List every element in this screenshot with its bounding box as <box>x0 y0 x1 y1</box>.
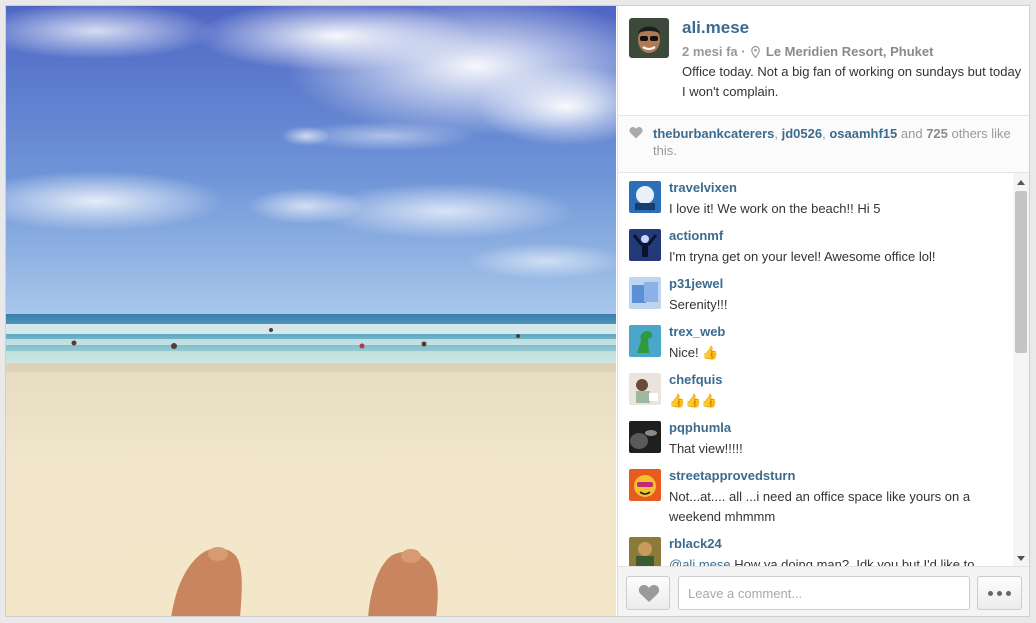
likes-and: and <box>897 126 927 141</box>
likes-summary: theburbankcaterers, jd0526, osaamhf15 an… <box>618 116 1029 173</box>
avatar-image <box>629 373 661 405</box>
comment-text: Nice! 👍 <box>669 345 719 360</box>
comment-username[interactable]: p31jewel <box>669 276 723 291</box>
avatar-image <box>629 469 661 501</box>
meta-separator: · <box>741 44 746 59</box>
comments-list: travelvixen I love it! We work on the be… <box>618 173 1029 566</box>
liker-username[interactable]: jd0526 <box>782 126 822 141</box>
avatar-image <box>629 325 661 357</box>
ellipsis-icon <box>988 591 993 596</box>
commenter-avatar[interactable] <box>629 421 661 453</box>
avatar-image <box>629 537 661 566</box>
commenter-avatar[interactable] <box>629 373 661 405</box>
commenter-avatar[interactable] <box>629 181 661 213</box>
comment-username[interactable]: travelvixen <box>669 180 737 195</box>
commenter-avatar[interactable] <box>629 325 661 357</box>
commenter-avatar[interactable] <box>629 469 661 501</box>
heart-icon <box>629 127 643 139</box>
comment-text: Not...at.... all ...i need an office spa… <box>669 489 971 524</box>
post-meta: 2 mesi fa · Le Meridien Resort, Phuket <box>682 44 933 59</box>
author-username[interactable]: ali.mese <box>682 18 749 38</box>
comment-text: 👍👍👍 <box>669 393 718 408</box>
comments-scrollbar[interactable] <box>1013 173 1029 566</box>
comment-text-body: How ya doing man?. Idk you but I'd like … <box>730 557 975 566</box>
avatar-image <box>629 181 661 213</box>
comment-footer <box>618 566 1029 616</box>
scroll-up-arrow-icon[interactable] <box>1017 180 1025 185</box>
comment-text: I love it! We work on the beach!! Hi 5 <box>669 201 881 216</box>
avatar-image <box>629 421 661 453</box>
post-location[interactable]: Le Meridien Resort, Phuket <box>766 44 934 59</box>
post-modal: ali.mese 2 mesi fa · Le Meridien Resort,… <box>5 5 1030 617</box>
commenter-avatar[interactable] <box>629 537 661 566</box>
avatar-image <box>629 229 661 261</box>
avatar-image <box>629 277 661 309</box>
comment-username[interactable]: chefquis <box>669 372 722 387</box>
comment-text: @ali.mese How ya doing man?. Idk you but… <box>669 555 1004 566</box>
comment-username[interactable]: actionmf <box>669 228 723 243</box>
pin-icon <box>751 46 761 58</box>
post-time[interactable]: 2 mesi fa <box>682 44 738 59</box>
comment-username[interactable]: rblack24 <box>669 536 722 551</box>
heart-icon <box>638 584 660 602</box>
scrollbar-thumb[interactable] <box>1015 191 1027 353</box>
post-details-panel: ali.mese 2 mesi fa · Le Meridien Resort,… <box>617 6 1029 616</box>
author-avatar[interactable] <box>629 18 669 58</box>
liker-username[interactable]: osaamhf15 <box>829 126 897 141</box>
commenter-avatar[interactable] <box>629 277 661 309</box>
ellipsis-icon <box>997 591 1002 596</box>
comment-text: That view!!!!! <box>669 441 743 456</box>
beach-photo <box>6 6 616 616</box>
ellipsis-icon <box>1006 591 1011 596</box>
author-avatar-image <box>629 18 669 58</box>
likes-text: theburbankcaterers, jd0526, osaamhf15 an… <box>653 125 1013 159</box>
comment-text: I'm tryna get on your level! Awesome off… <box>669 249 936 264</box>
scroll-down-arrow-icon[interactable] <box>1017 556 1025 561</box>
comment-mention[interactable]: @ali.mese <box>669 557 731 566</box>
more-options-button[interactable] <box>977 576 1022 610</box>
likes-count[interactable]: 725 <box>926 126 948 141</box>
comment-username[interactable]: streetapprovedsturn <box>669 468 795 483</box>
post-photo[interactable] <box>6 6 616 616</box>
post-caption: Office today. Not a big fan of working o… <box>682 64 1022 99</box>
comment-username[interactable]: trex_web <box>669 324 725 339</box>
post-header: ali.mese 2 mesi fa · Le Meridien Resort,… <box>618 6 1029 116</box>
comment-username[interactable]: pqphumla <box>669 420 731 435</box>
liker-username[interactable]: theburbankcaterers <box>653 126 774 141</box>
like-button[interactable] <box>626 576 670 610</box>
comment-text: Serenity!!! <box>669 297 728 312</box>
likes-separator: , <box>774 126 782 141</box>
commenter-avatar[interactable] <box>629 229 661 261</box>
comment-input[interactable] <box>678 576 970 610</box>
